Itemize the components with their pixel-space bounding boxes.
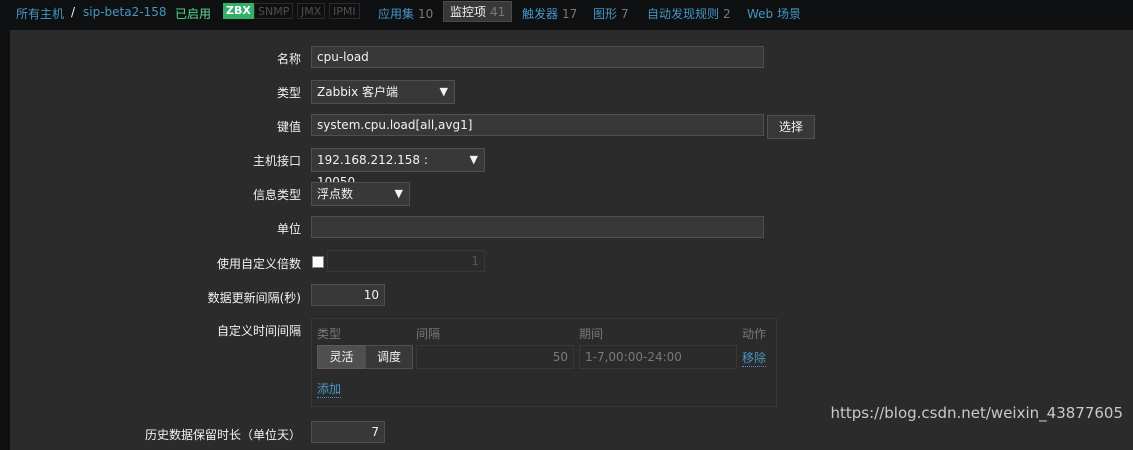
interval-type-scheduling-button[interactable]: 调度	[365, 345, 413, 369]
host-navigation: 所有主机 / sip-beta2-158 已启用 ZBX SNMP JMX IP…	[0, 0, 1133, 25]
units-input[interactable]	[311, 216, 764, 238]
watermark-text: https://blog.csdn.net/weixin_43877605	[830, 404, 1123, 422]
interval-type-flexible-button[interactable]: 灵活	[317, 345, 366, 369]
interval-remove-link[interactable]: 移除	[742, 349, 767, 367]
intervals-header-interval: 间隔	[416, 327, 441, 341]
host-status-enabled[interactable]: 已启用	[175, 5, 211, 22]
custom-intervals-table: 类型 间隔 期间 动作 灵活 调度 50 1-7,00:00-24:00 移除 …	[311, 318, 777, 407]
chevron-down-icon: ▼	[439, 85, 448, 98]
name-input[interactable]: cpu-load	[311, 46, 764, 68]
intervals-header-type: 类型	[317, 327, 342, 341]
intervals-header-period: 期间	[579, 327, 604, 341]
interval-period-input[interactable]: 1-7,00:00-24:00	[579, 345, 737, 369]
update-interval-input[interactable]: 10	[311, 284, 385, 306]
key-select-button[interactable]: 选择	[767, 115, 815, 139]
availability-jmx-badge: JMX	[297, 3, 326, 19]
multiplier-input[interactable]: 1	[327, 250, 485, 272]
interval-add-link[interactable]: 添加	[317, 380, 342, 398]
tab-graphs[interactable]: 图形 7	[593, 5, 629, 22]
chevron-down-icon: ▼	[469, 153, 478, 166]
tab-triggers[interactable]: 触发器 17	[522, 5, 577, 22]
key-label: 键值	[276, 120, 301, 134]
breadcrumb-host[interactable]: sip-beta2-158	[83, 5, 166, 19]
breadcrumb-all-hosts[interactable]: 所有主机	[16, 5, 64, 22]
availability-zbx-badge: ZBX	[223, 3, 254, 19]
history-label: 历史数据保留时长（单位天）	[144, 428, 301, 442]
multiplier-checkbox[interactable]	[312, 256, 324, 268]
key-input[interactable]: system.cpu.load[all,avg1]	[311, 114, 764, 136]
history-input[interactable]: 7	[311, 421, 385, 443]
type-select[interactable]: Zabbix 客户端 ▼	[311, 80, 455, 104]
tab-discovery-rules[interactable]: 自动发现规则 2	[647, 5, 731, 22]
tab-web-scenarios[interactable]: Web 场景	[747, 5, 801, 22]
breadcrumb-separator: /	[71, 5, 76, 19]
availability-ipmi-badge: IPMI	[329, 3, 360, 19]
info-type-select[interactable]: 浮点数 ▼	[311, 182, 410, 206]
type-label: 类型	[276, 86, 301, 100]
multiplier-label: 使用自定义倍数	[216, 257, 301, 271]
intervals-header-action: 动作	[742, 327, 767, 341]
availability-snmp-badge: SNMP	[254, 3, 294, 19]
tab-applications[interactable]: 应用集 10	[378, 5, 433, 22]
custom-intervals-label: 自定义时间间隔	[216, 324, 301, 338]
info-type-label: 信息类型	[252, 188, 301, 202]
tab-items[interactable]: 监控项 41	[443, 1, 513, 22]
interface-select[interactable]: 192.168.212.158 : 10050 ▼	[311, 148, 485, 189]
units-label: 单位	[276, 222, 301, 236]
chevron-down-icon: ▼	[394, 187, 403, 200]
name-label: 名称	[276, 52, 301, 66]
interval-value-input[interactable]: 50	[416, 345, 574, 369]
interface-label: 主机接口	[252, 154, 301, 168]
update-interval-label: 数据更新间隔(秒)	[207, 291, 301, 305]
